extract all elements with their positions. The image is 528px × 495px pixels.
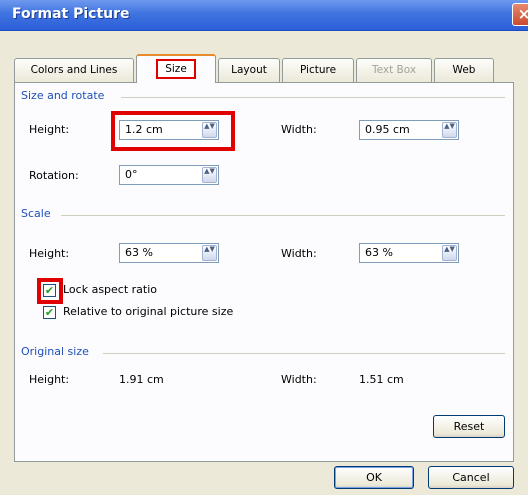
tab-colors-and-lines[interactable]: Colors and Lines — [14, 58, 134, 82]
relative-size-checkbox[interactable]: ✔ — [43, 306, 56, 319]
tab-web[interactable]: Web — [434, 58, 494, 82]
size-and-rotate-heading: Size and rotate — [21, 89, 105, 102]
tab-label: Web — [452, 64, 476, 76]
lock-aspect-label: Lock aspect ratio — [63, 283, 158, 296]
rotation-input[interactable]: 0° ▲▼ — [119, 165, 219, 185]
tab-size[interactable]: Size — [136, 54, 216, 83]
original-size-heading: Original size — [21, 345, 89, 358]
spin-arrows-icon[interactable]: ▲▼ — [202, 245, 217, 261]
rotation-value: 0° — [125, 168, 138, 181]
original-height-value: 1.91 cm — [119, 373, 164, 386]
lock-aspect-checkbox[interactable]: ✔ — [43, 284, 56, 297]
reset-button[interactable]: Reset — [433, 415, 505, 438]
ok-button[interactable]: OK — [334, 466, 414, 489]
tab-label: Layout — [231, 64, 267, 76]
original-width-value: 1.51 cm — [359, 373, 404, 386]
tab-layout[interactable]: Layout — [218, 58, 280, 82]
width-label: Width: — [281, 123, 317, 136]
tab-label: Text Box — [371, 64, 417, 76]
scale-width-label: Width: — [281, 247, 317, 260]
scale-height-value: 63 % — [125, 246, 153, 259]
scale-height-input[interactable]: 63 % ▲▼ — [119, 243, 219, 263]
original-width-label: Width: — [281, 373, 317, 386]
tab-label: Picture — [299, 64, 337, 76]
height-label: Height: — [29, 123, 70, 136]
height-value: 1.2 cm — [125, 123, 163, 136]
tab-label: Colors and Lines — [30, 64, 118, 76]
spin-arrows-icon[interactable]: ▲▼ — [202, 167, 217, 183]
original-height-label: Height: — [29, 373, 70, 386]
relative-size-label: Relative to original picture size — [63, 305, 234, 318]
title-bar[interactable]: Format Picture × — [0, 0, 528, 31]
close-button[interactable]: × — [512, 3, 528, 26]
size-tab-panel: Size and rotate Height: 1.2 cm ▲▼ Width:… — [14, 82, 514, 462]
rotation-label: Rotation: — [29, 169, 79, 182]
tab-text-box: Text Box — [356, 58, 432, 82]
scale-height-label: Height: — [29, 247, 70, 260]
dialog-title: Format Picture — [12, 6, 130, 22]
cancel-button[interactable]: Cancel — [428, 466, 514, 489]
width-input[interactable]: 0.95 cm ▲▼ — [359, 120, 459, 140]
scale-width-input[interactable]: 63 % ▲▼ — [359, 243, 459, 263]
tab-picture[interactable]: Picture — [282, 58, 354, 82]
section-divider — [61, 215, 505, 216]
scale-heading: Scale — [21, 207, 51, 220]
section-divider — [121, 97, 505, 98]
width-value: 0.95 cm — [365, 123, 410, 136]
scale-width-value: 63 % — [365, 246, 393, 259]
spin-arrows-icon[interactable]: ▲▼ — [442, 122, 457, 138]
height-input[interactable]: 1.2 cm ▲▼ — [119, 120, 219, 140]
format-picture-dialog: Format Picture × Colors and Lines Size L… — [0, 0, 528, 495]
tab-label: Size — [156, 59, 196, 79]
section-divider — [103, 353, 505, 354]
spin-arrows-icon[interactable]: ▲▼ — [442, 245, 457, 261]
spin-arrows-icon[interactable]: ▲▼ — [202, 122, 217, 138]
